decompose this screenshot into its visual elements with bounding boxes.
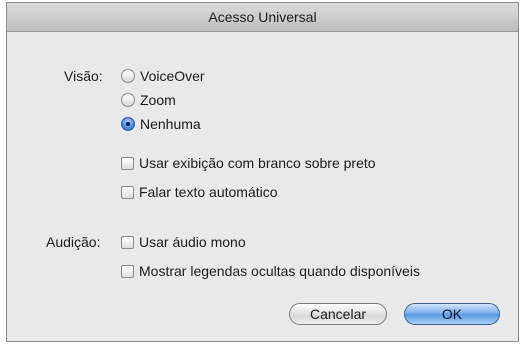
- checkbox-icon[interactable]: [121, 156, 134, 170]
- checkbox-closed-captions-label: Mostrar legendas ocultas quando disponív…: [139, 263, 420, 279]
- checkbox-mono-audio-label: Usar áudio mono: [139, 234, 246, 250]
- cancel-button[interactable]: Cancelar: [289, 303, 387, 325]
- title-bar[interactable]: Acesso Universal: [7, 3, 518, 32]
- checkbox-closed-captions[interactable]: Mostrar legendas ocultas quando disponív…: [121, 261, 420, 281]
- radio-nenhuma[interactable]: Nenhuma: [121, 114, 201, 134]
- ok-button[interactable]: OK: [404, 303, 500, 325]
- radio-zoom[interactable]: Zoom: [121, 90, 176, 110]
- checkbox-mono-audio[interactable]: Usar áudio mono: [121, 232, 246, 252]
- accessibility-dialog: Acesso Universal Visão: VoiceOver Zoom N…: [6, 2, 519, 342]
- checkbox-icon[interactable]: [121, 185, 134, 199]
- hearing-label: Audição:: [46, 234, 101, 250]
- radio-zoom-label: Zoom: [140, 92, 176, 108]
- radio-voiceover-label: VoiceOver: [140, 68, 205, 84]
- checkbox-icon[interactable]: [121, 264, 134, 278]
- checkbox-speak-text-label: Falar texto automático: [139, 184, 278, 200]
- radio-nenhuma-label: Nenhuma: [140, 116, 201, 132]
- radio-button-icon[interactable]: [121, 69, 135, 83]
- dialog-content: Visão: VoiceOver Zoom Nenhuma Usar exibi…: [7, 32, 518, 341]
- radio-voiceover[interactable]: VoiceOver: [121, 66, 205, 86]
- checkbox-icon[interactable]: [121, 235, 134, 249]
- vision-label: Visão:: [64, 68, 103, 84]
- checkbox-white-on-black-label: Usar exibição com branco sobre preto: [139, 155, 376, 171]
- radio-button-selected-icon[interactable]: [121, 117, 135, 131]
- dialog-title: Acesso Universal: [208, 9, 317, 25]
- checkbox-white-on-black[interactable]: Usar exibição com branco sobre preto: [121, 153, 376, 173]
- radio-button-icon[interactable]: [121, 93, 135, 107]
- checkbox-speak-text[interactable]: Falar texto automático: [121, 182, 278, 202]
